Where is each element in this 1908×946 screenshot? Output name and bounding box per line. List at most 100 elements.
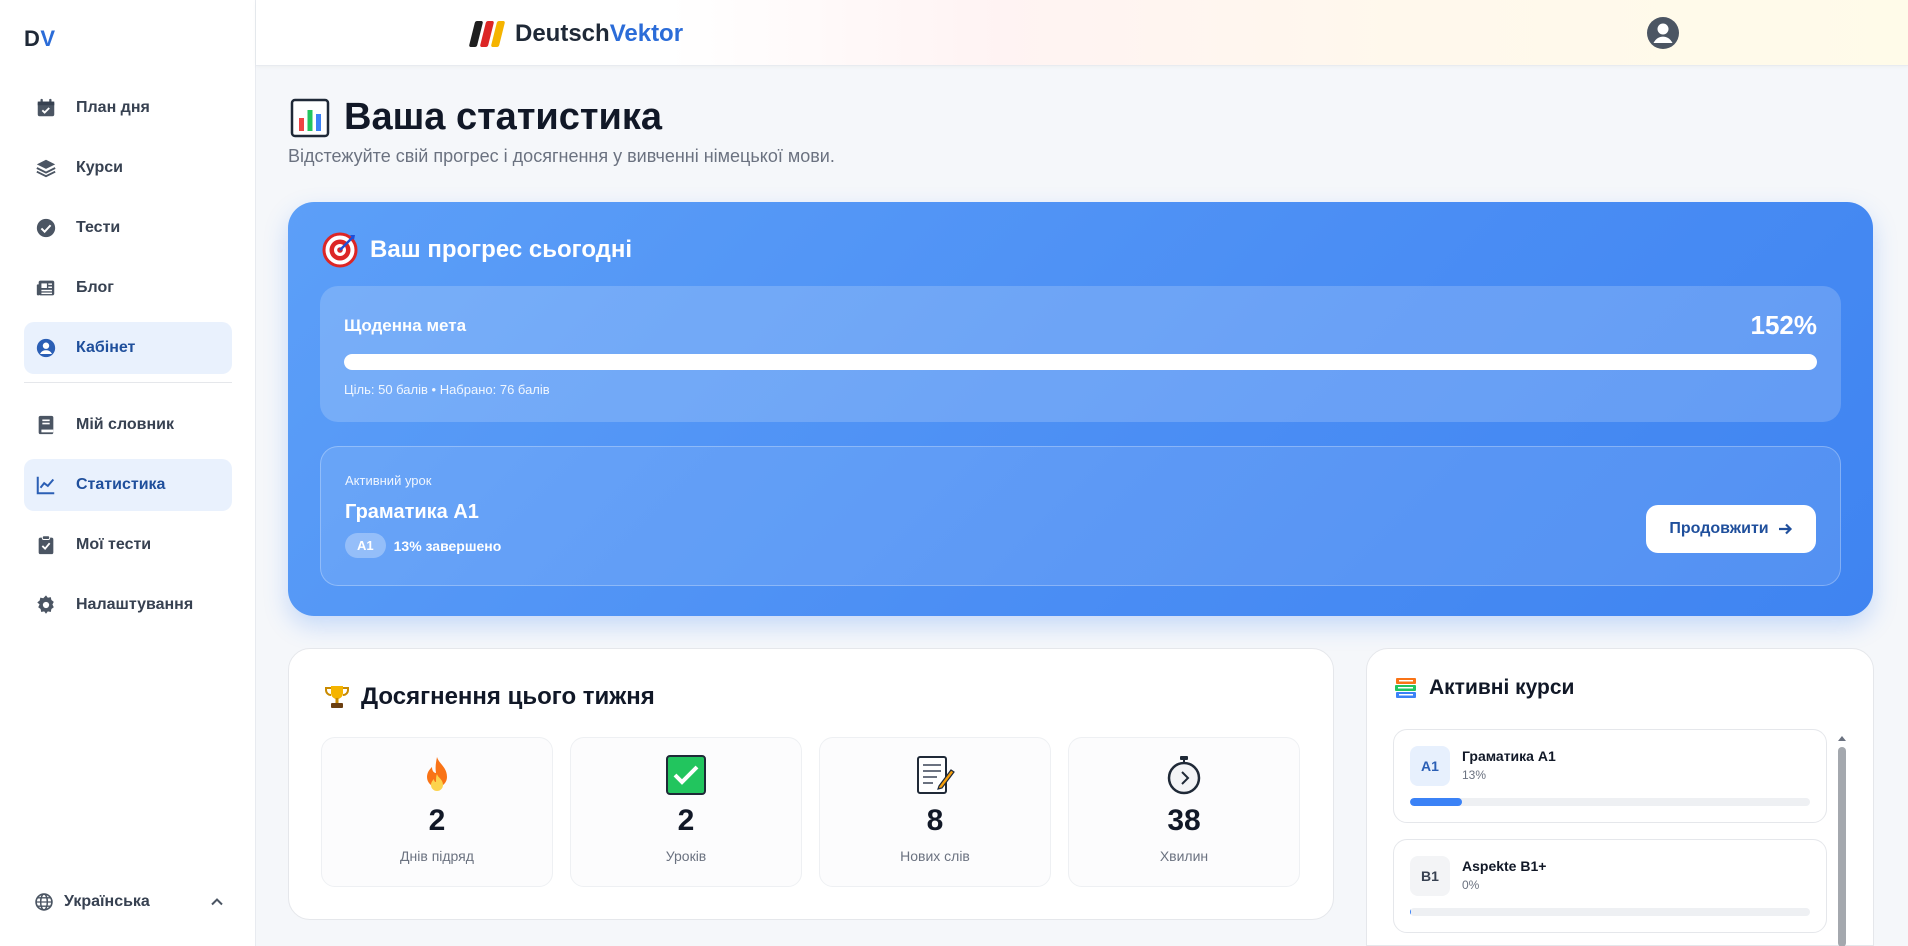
course-level-badge: B1: [1410, 856, 1450, 896]
logo-letter-d: D: [24, 26, 41, 51]
sidebar-item-settings[interactable]: Налаштування: [24, 579, 232, 631]
stat-value: 38: [1167, 804, 1201, 837]
logo-letter-v: V: [40, 26, 56, 51]
continue-button[interactable]: Продовжити: [1646, 505, 1816, 553]
sidebar-item-cabinet[interactable]: Кабінет: [24, 322, 232, 374]
sidebar-item-statistics[interactable]: Статистика: [24, 459, 232, 511]
gear-icon: [34, 593, 58, 617]
books-icon: [1395, 678, 1416, 698]
sidebar-item-label: Кабінет: [76, 339, 136, 356]
sidebar-item-label: План дня: [76, 99, 150, 116]
sidebar-item-label: Налаштування: [76, 596, 194, 613]
course-progress-fill: [1410, 908, 1411, 916]
page-title: Ваша статистика: [290, 96, 662, 139]
scroll-up-arrow-icon[interactable]: [1837, 733, 1847, 743]
course-name: Aspekte B1+: [1462, 858, 1547, 874]
trophy-icon: [325, 686, 349, 708]
language-label: Українська: [64, 893, 150, 910]
stat-minutes: 38 Хвилин: [1068, 737, 1300, 887]
sidebar-item-label: Мій словник: [76, 416, 175, 433]
course-item-aspekte-b1[interactable]: B1 Aspekte B1+ 0%: [1393, 839, 1827, 933]
weekly-achievements-title: Досягнення цього тижня: [323, 683, 655, 711]
language-selector[interactable]: Українська: [34, 892, 224, 912]
book-icon: [34, 413, 58, 437]
bar-chart-icon: [290, 98, 330, 137]
daily-goal-percent: 152%: [1750, 310, 1818, 340]
user-circle-icon: [34, 336, 58, 360]
check-circle-icon: [34, 216, 58, 240]
user-avatar-icon[interactable]: [1646, 16, 1680, 50]
page-subtitle: Відстежуйте свій прогрес і досягнення у …: [288, 146, 835, 166]
brand-logo[interactable]: Deutsch Vektor: [468, 20, 684, 48]
daily-goal-label: Щоденна мета: [344, 316, 467, 335]
sidebar-item-my-tests[interactable]: Мої тести: [24, 519, 232, 571]
globe-icon: [35, 893, 53, 911]
stat-label: Хвилин: [1159, 848, 1209, 864]
sidebar-item-label: Курси: [76, 159, 123, 176]
target-icon: [322, 232, 358, 268]
checkmark-box-icon: [666, 755, 706, 795]
stat-label: Нових слів: [900, 848, 970, 864]
fire-icon: [427, 757, 447, 791]
sidebar-item-blog[interactable]: Блог: [24, 262, 232, 314]
stat-value: 2: [428, 804, 446, 837]
continue-button-label: Продовжити: [1669, 520, 1769, 537]
brand-name-part2: Vektor: [609, 20, 684, 47]
course-percent: 0%: [1462, 878, 1480, 892]
chart-line-icon: [34, 473, 58, 497]
daily-goal-progress-bar: [344, 354, 1817, 370]
course-name: Граматика A1: [1462, 748, 1556, 764]
active-lesson-card: Активний урок Граматика A1 A1 13% заверш…: [320, 446, 1841, 586]
sidebar-item-courses[interactable]: Курси: [24, 142, 232, 194]
newspaper-icon: [34, 276, 58, 300]
sidebar-logo[interactable]: DV: [24, 26, 56, 52]
active-courses-card: Активні курси A1 Граматика A1 13% B1 Asp…: [1366, 648, 1874, 946]
sidebar-item-vocabulary[interactable]: Мій словник: [24, 399, 232, 451]
courses-scrollbar-thumb[interactable]: [1838, 747, 1846, 946]
sidebar-item-tests[interactable]: Тести: [24, 202, 232, 254]
course-item-grammar-a1[interactable]: A1 Граматика A1 13%: [1393, 729, 1827, 823]
sidebar: DV План дня Курси Тести Блог Кабінет Мій…: [0, 0, 256, 946]
course-progress-bar: [1410, 908, 1810, 916]
level-badge: A1: [345, 533, 386, 558]
weekly-achievements-card: Досягнення цього тижня 2 Днів підряд 2 У…: [288, 648, 1334, 920]
sidebar-divider: [24, 382, 232, 383]
course-progress-fill: [1410, 798, 1462, 806]
clipboard-check-icon: [34, 533, 58, 557]
sidebar-item-day-plan[interactable]: План дня: [24, 82, 232, 134]
courses-scrollbar[interactable]: [1837, 733, 1847, 946]
brand-name-part1: Deutsch: [515, 20, 610, 47]
page-title-text: Ваша статистика: [344, 96, 663, 138]
daily-goal-card: Щоденна мета 152% Ціль: 50 балів • Набра…: [320, 286, 1841, 422]
sidebar-item-label: Тести: [76, 219, 121, 236]
today-progress-card: Ваш прогрес сьогодні Щоденна мета 152% Ц…: [288, 202, 1873, 616]
active-courses-title: Активні курси: [1393, 675, 1574, 701]
active-lesson-meta: A1 13% завершено: [345, 533, 501, 558]
stat-label: Днів підряд: [400, 848, 474, 864]
today-progress-title-text: Ваш прогрес сьогодні: [370, 236, 633, 263]
layers-icon: [34, 156, 58, 180]
arrow-right-icon: [1778, 523, 1792, 535]
course-level-badge: A1: [1410, 746, 1450, 786]
sidebar-item-label: Блог: [76, 279, 114, 296]
active-lesson-kicker: Активний урок: [345, 473, 432, 488]
stat-streak: 2 Днів підряд: [321, 737, 553, 887]
stat-value: 8: [926, 804, 944, 837]
course-percent: 13%: [1462, 768, 1487, 782]
active-courses-title-text: Активні курси: [1429, 676, 1575, 699]
course-progress-bar: [1410, 798, 1810, 806]
sidebar-item-label: Статистика: [76, 476, 166, 493]
chevron-up-icon: [211, 898, 223, 906]
sidebar-nav: План дня Курси Тести Блог Кабінет Мій сл…: [24, 82, 232, 639]
stat-lessons: 2 Уроків: [570, 737, 802, 887]
daily-goal-progress-fill: [344, 354, 1817, 370]
sidebar-item-label: Мої тести: [76, 536, 152, 553]
memo-icon: [917, 756, 955, 794]
stat-label: Уроків: [665, 848, 707, 864]
weekly-achievements-title-text: Досягнення цього тижня: [361, 683, 655, 710]
daily-goal-note: Ціль: 50 балів • Набрано: 76 балів: [344, 382, 550, 397]
flag-stripes-icon: [468, 21, 506, 47]
stopwatch-icon: [1167, 756, 1201, 795]
today-progress-title: Ваш прогрес сьогодні: [322, 232, 632, 268]
active-lesson-progress: 13% завершено: [393, 537, 502, 554]
